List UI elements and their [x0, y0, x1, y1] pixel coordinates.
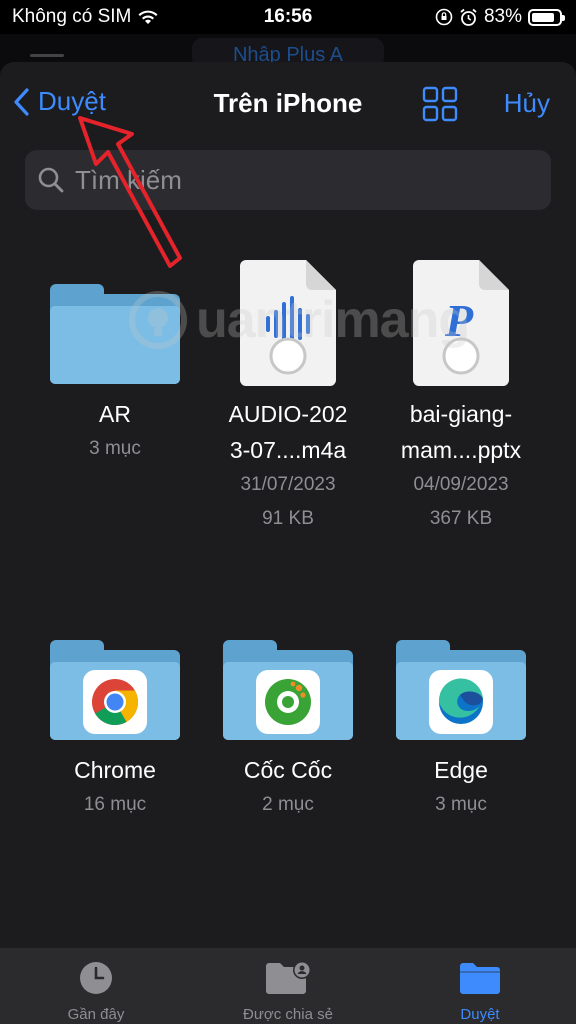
battery-percent: 83%: [483, 6, 522, 27]
status-left: Không có SIM: [12, 6, 159, 28]
file-size: 367 KB: [429, 508, 493, 529]
file-name: Cốc Cốc: [243, 757, 333, 783]
tab-browse[interactable]: Duyệt: [384, 948, 576, 1024]
audio-file-icon: [240, 260, 336, 386]
grid-view-icon: [422, 86, 458, 122]
file-name-line1: bai-giang-: [409, 401, 513, 427]
file-item-chrome[interactable]: Chrome 16 mục: [30, 640, 200, 822]
status-right: 83%: [435, 6, 565, 28]
chrome-icon: [83, 670, 147, 734]
file-name-line2: 3-07....m4a: [229, 437, 347, 463]
view-toggle-button[interactable]: [422, 86, 458, 127]
wifi-icon: [138, 10, 158, 24]
tab-shared[interactable]: Được chia sẻ: [192, 948, 384, 1024]
shared-folder-icon: [266, 961, 311, 994]
file-name: Edge: [434, 757, 488, 783]
cancel-button[interactable]: Hủy: [504, 88, 550, 119]
folder-icon: [50, 640, 180, 740]
status-time: 16:56: [263, 6, 313, 27]
orientation-lock-icon: [435, 8, 453, 26]
file-item-edge[interactable]: Edge 3 mục: [376, 640, 546, 822]
folder-icon: [223, 640, 353, 740]
file-name: Chrome: [74, 757, 156, 783]
carrier-label: Không có SIM: [12, 6, 132, 27]
clock-icon: [80, 962, 112, 994]
folder-fill-icon: [460, 963, 500, 994]
tab-recent[interactable]: Gần đây: [0, 948, 192, 1024]
file-date: 31/07/2023: [240, 474, 336, 495]
tab-browse-label: Duyệt: [460, 1006, 500, 1023]
presentation-file-icon: P: [413, 260, 509, 386]
file-name-line2: mam....pptx: [400, 437, 522, 463]
file-item-pptx[interactable]: P bai-giang- mam....pptx 04/09/2023 367 …: [376, 260, 546, 536]
tab-bar: Gần đây Được chia sẻ Duyệt: [0, 948, 576, 1024]
status-bar: Không có SIM 16:56 83%: [0, 0, 576, 34]
tab-recent-label: Gần đây: [67, 1006, 125, 1023]
battery-icon: [528, 8, 565, 26]
folder-icon: [396, 640, 526, 740]
file-name: AR: [99, 401, 131, 427]
file-item-audio[interactable]: AUDIO-202 3-07....m4a 31/07/2023 91 KB: [203, 260, 373, 536]
file-item-coccoc[interactable]: Cốc Cốc 2 mục: [203, 640, 373, 822]
file-name-line1: AUDIO-202: [228, 401, 348, 427]
file-meta: 3 mục: [89, 438, 141, 459]
file-item-ar[interactable]: AR 3 mục: [30, 284, 200, 466]
file-meta: 16 mục: [83, 794, 147, 815]
file-meta: 2 mục: [262, 794, 314, 815]
coccoc-icon: [256, 670, 320, 734]
edge-icon: [429, 670, 493, 734]
annotation-arrow-icon: [78, 116, 182, 268]
alarm-icon: [460, 8, 477, 26]
file-size: 91 KB: [262, 508, 314, 529]
folder-icon: [50, 284, 180, 384]
file-meta: 3 mục: [435, 794, 487, 815]
background-menu-icon: [30, 54, 64, 57]
file-date: 04/09/2023: [413, 474, 509, 495]
tab-shared-label: Được chia sẻ: [243, 1006, 333, 1023]
